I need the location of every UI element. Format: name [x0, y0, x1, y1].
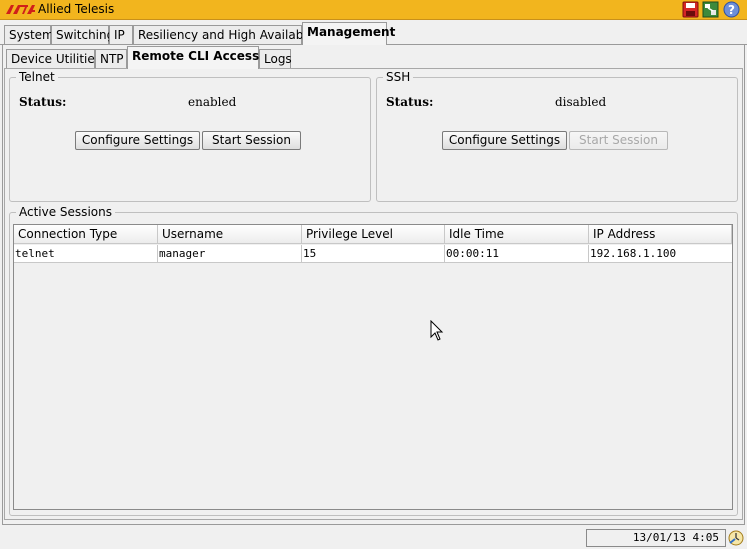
tab-resiliency[interactable]: Resiliency and High Availability [133, 25, 325, 45]
tab-management[interactable]: Management [302, 22, 395, 45]
column-header-connection-type[interactable]: Connection Type [14, 225, 158, 244]
tab-remote-cli-access[interactable]: Remote CLI Access [127, 46, 259, 69]
ssh-group-title: SSH [383, 71, 414, 84]
title-bar: Allied Telesis ? [0, 0, 747, 20]
ssh-start-session-button: Start Session [569, 131, 668, 150]
app-title: Allied Telesis [38, 2, 115, 16]
clock-status-icon[interactable] [728, 530, 744, 546]
tab-label: Resiliency and High Availability [138, 28, 326, 42]
table-row[interactable]: telnet manager 15 00:00:11 192.168.1.100 [14, 245, 732, 263]
column-header-username[interactable]: Username [158, 225, 302, 244]
telnet-status-value: enabled [188, 95, 237, 109]
cell-ip-address: 192.168.1.100 [590, 247, 677, 260]
tab-label: Remote CLI Access [132, 49, 260, 63]
tab-logs[interactable]: Logs [259, 49, 292, 69]
ssh-configure-settings-button[interactable]: Configure Settings [442, 131, 567, 150]
cell-privilege-level: 15 [302, 245, 445, 262]
mouse-cursor-icon [430, 320, 444, 341]
tab-ip[interactable]: IP [109, 25, 133, 45]
tab-label: Switching [56, 28, 115, 42]
sessions-table: Connection Type Username Privilege Level… [13, 224, 733, 510]
datetime-display: 13/01/13 4:05 [586, 529, 726, 547]
cell-connection-type: telnet [14, 245, 158, 262]
telnet-status-label: Status: [19, 95, 67, 109]
tab-label: Management [307, 25, 396, 39]
column-header-idle-time[interactable]: Idle Time [445, 225, 589, 244]
tab-label: IP [114, 28, 125, 42]
ssh-status-value: disabled [555, 95, 607, 109]
network-icon[interactable] [702, 1, 719, 18]
column-header-ip-address[interactable]: IP Address [589, 225, 732, 244]
cell-username: manager [158, 245, 302, 262]
tab-label: Logs [264, 52, 292, 66]
svg-text:?: ? [728, 3, 735, 17]
tab-switching[interactable]: Switching [51, 25, 114, 45]
save-icon[interactable] [682, 1, 699, 18]
column-header-privilege-level[interactable]: Privilege Level [302, 225, 445, 244]
tab-label: NTP [100, 52, 124, 66]
tab-device-utilities[interactable]: Device Utilities [6, 49, 101, 69]
tab-label: Device Utilities [11, 52, 102, 66]
help-icon[interactable]: ? [723, 1, 740, 18]
telnet-group-title: Telnet [16, 71, 58, 84]
tab-system[interactable]: System [4, 25, 54, 45]
telnet-start-session-button[interactable]: Start Session [202, 131, 301, 150]
tab-label: System [9, 28, 54, 42]
allied-telesis-logo [6, 5, 35, 14]
tab-ntp[interactable]: NTP [95, 49, 127, 69]
cell-idle-time: 00:00:11 [445, 245, 589, 262]
telnet-configure-settings-button[interactable]: Configure Settings [75, 131, 200, 150]
active-sessions-title: Active Sessions [16, 206, 115, 219]
ssh-status-label: Status: [386, 95, 434, 109]
status-bar: 13/01/13 4:05 [0, 527, 747, 549]
